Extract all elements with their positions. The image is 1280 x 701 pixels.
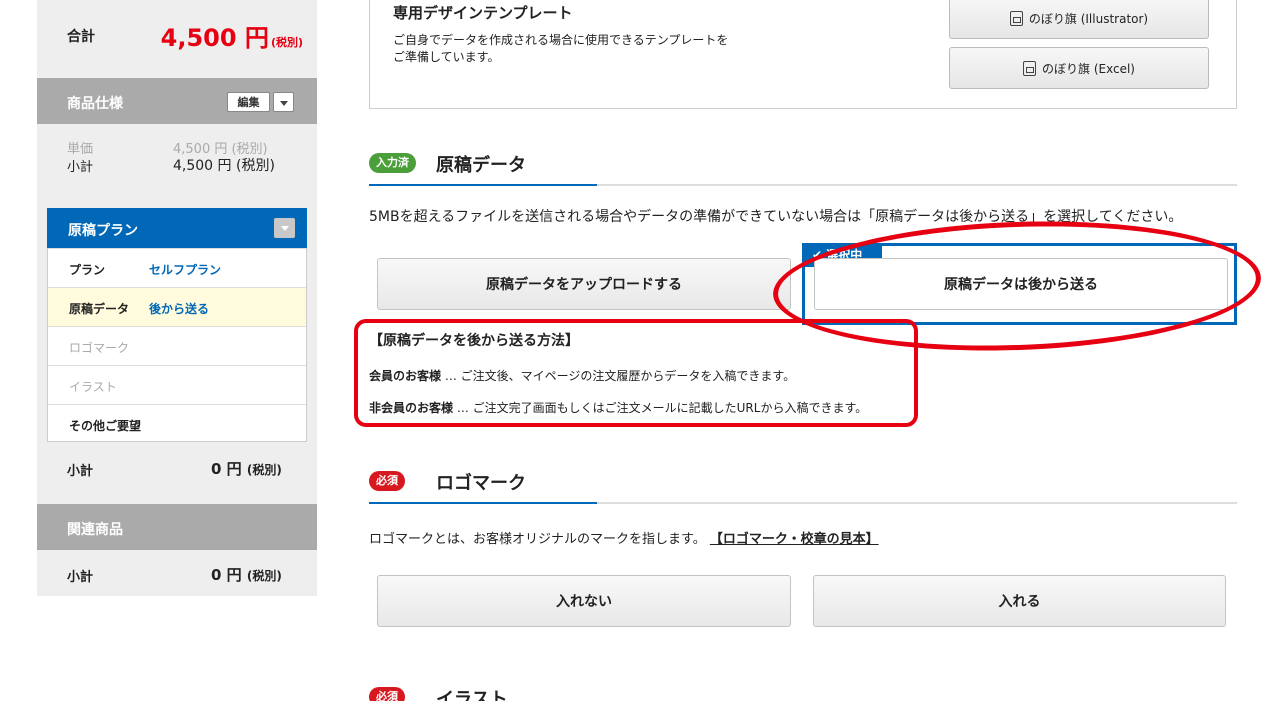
- unit-price-label: 単価: [67, 142, 94, 157]
- related-subtotal-amount: 0 円: [211, 566, 242, 584]
- plan-title: 原稿プラン: [68, 223, 138, 239]
- illust-section-title: 必須 イラスト: [369, 686, 1237, 701]
- related-subtotal-tax: (税別): [246, 569, 282, 583]
- illustrator-file-icon: [1009, 10, 1023, 26]
- plan-row-plan: プラン セルフプラン: [48, 248, 306, 287]
- download-illustrator-label: のぼり旗 (Illustrator): [1028, 11, 1149, 26]
- logomark-sample-link[interactable]: 【ロゴマーク・校章の見本】: [710, 532, 879, 547]
- manuscript-plan-box: 原稿プラン プラン セルフプラン 原稿データ 後から送る ロゴマーク イラスト …: [47, 208, 307, 442]
- unit-price-row: 単価 4,500 円 (税別): [67, 138, 268, 157]
- spec-edit-button[interactable]: 編集: [227, 92, 270, 112]
- related-subtotal-row: 小計 0 円 (税別): [67, 566, 282, 585]
- heading-underline: [369, 502, 597, 504]
- plan-toggle-button[interactable]: [274, 218, 295, 238]
- heading-underline: [369, 184, 597, 186]
- total-amount: 4,500 円 (税別): [161, 18, 303, 53]
- spec-section-title: 商品仕様: [67, 96, 123, 112]
- download-excel-button[interactable]: のぼり旗 (Excel): [949, 47, 1209, 89]
- spec-subtotal-value: 4,500 円 (税別): [173, 158, 275, 174]
- required-badge: 必須: [369, 471, 405, 491]
- plan-subtotal-row: 小計 0 円 (税別): [67, 460, 282, 479]
- plan-subtotal-amount: 0 円: [211, 460, 242, 478]
- plan-row-key: 原稿データ: [69, 302, 130, 316]
- manuscript-section-title: 入力済 原稿データ: [369, 152, 1237, 186]
- plan-row-manuscript: 原稿データ 後から送る: [48, 287, 306, 326]
- plan-row-key: イラスト: [69, 380, 117, 394]
- spec-subtotal-row: 小計 4,500 円 (税別): [67, 156, 275, 175]
- annotation-rounded-box: [354, 319, 918, 427]
- logomark-yes-button[interactable]: 入れる: [813, 575, 1226, 627]
- logomark-notice: ロゴマークとは、お客様オリジナルのマークを指します。 【ロゴマーク・校章の見本】: [369, 528, 879, 547]
- template-description: ご自身でデータを作成される場合に使用できるテンプレートを ご準備しています。: [393, 32, 813, 66]
- plan-row-other: その他ご要望: [48, 404, 306, 443]
- download-illustrator-button[interactable]: のぼり旗 (Illustrator): [949, 0, 1209, 39]
- plan-row-key: ロゴマーク: [69, 341, 130, 355]
- total-label: 合計: [67, 29, 95, 45]
- template-title: 専用デザインテンプレート: [393, 4, 573, 22]
- template-desc-line: ご準備しています。: [393, 50, 500, 64]
- related-subtotal-label: 小計: [67, 570, 94, 585]
- manuscript-heading: 原稿データ: [436, 155, 526, 176]
- logomark-section-title: 必須 ロゴマーク: [369, 470, 1237, 504]
- entered-badge: 入力済: [369, 153, 416, 173]
- related-section-title: 関連商品: [67, 522, 123, 538]
- order-summary-sidebar: 合計 4,500 円 (税別) 商品仕様 編集 単価 4,500 円 (税別) 小…: [37, 0, 317, 596]
- logomark-no-button[interactable]: 入れない: [377, 575, 791, 627]
- plan-subtotal-value: 0 円 (税別): [211, 458, 282, 479]
- spec-toggle-button[interactable]: [273, 92, 294, 112]
- plan-row-key: その他ご要望: [69, 419, 142, 433]
- plan-row-key: プラン: [69, 263, 106, 277]
- excel-file-icon: [1023, 60, 1037, 76]
- spec-subtotal-label: 小計: [67, 160, 94, 175]
- plan-header: 原稿プラン: [47, 208, 307, 248]
- download-excel-label: のぼり旗 (Excel): [1042, 61, 1135, 76]
- plan-subtotal-label: 小計: [67, 464, 94, 479]
- spec-body: 単価 4,500 円 (税別) 小計 4,500 円 (税別): [37, 124, 317, 194]
- plan-row-illust: イラスト: [48, 365, 306, 404]
- related-subtotal-value: 0 円 (税別): [211, 564, 282, 585]
- plan-row-value: 後から送る: [149, 302, 210, 316]
- total-row: 合計 4,500 円 (税別): [37, 0, 317, 70]
- logomark-notice-text: ロゴマークとは、お客様オリジナルのマークを指します。: [369, 532, 706, 547]
- related-section-header: 関連商品: [37, 504, 317, 550]
- upload-manuscript-button[interactable]: 原稿データをアップロードする: [377, 258, 791, 310]
- total-amount-value: 4,500 円: [160, 24, 269, 52]
- order-page: 合計 4,500 円 (税別) 商品仕様 編集 単価 4,500 円 (税別) 小…: [0, 0, 1280, 701]
- plan-row-logomark: ロゴマーク: [48, 326, 306, 365]
- plan-subtotal-tax: (税別): [246, 463, 282, 477]
- plan-row-value: セルフプラン: [149, 263, 222, 277]
- required-badge: 必須: [369, 687, 405, 701]
- total-tax-note: (税別): [270, 36, 303, 49]
- illust-heading: イラスト: [436, 689, 508, 701]
- logomark-heading: ロゴマーク: [436, 473, 526, 494]
- template-desc-line: ご自身でデータを作成される場合に使用できるテンプレートを: [393, 33, 729, 47]
- spec-section-header: 商品仕様 編集: [37, 78, 317, 124]
- design-template-box: 専用デザインテンプレート ご自身でデータを作成される場合に使用できるテンプレート…: [369, 0, 1237, 109]
